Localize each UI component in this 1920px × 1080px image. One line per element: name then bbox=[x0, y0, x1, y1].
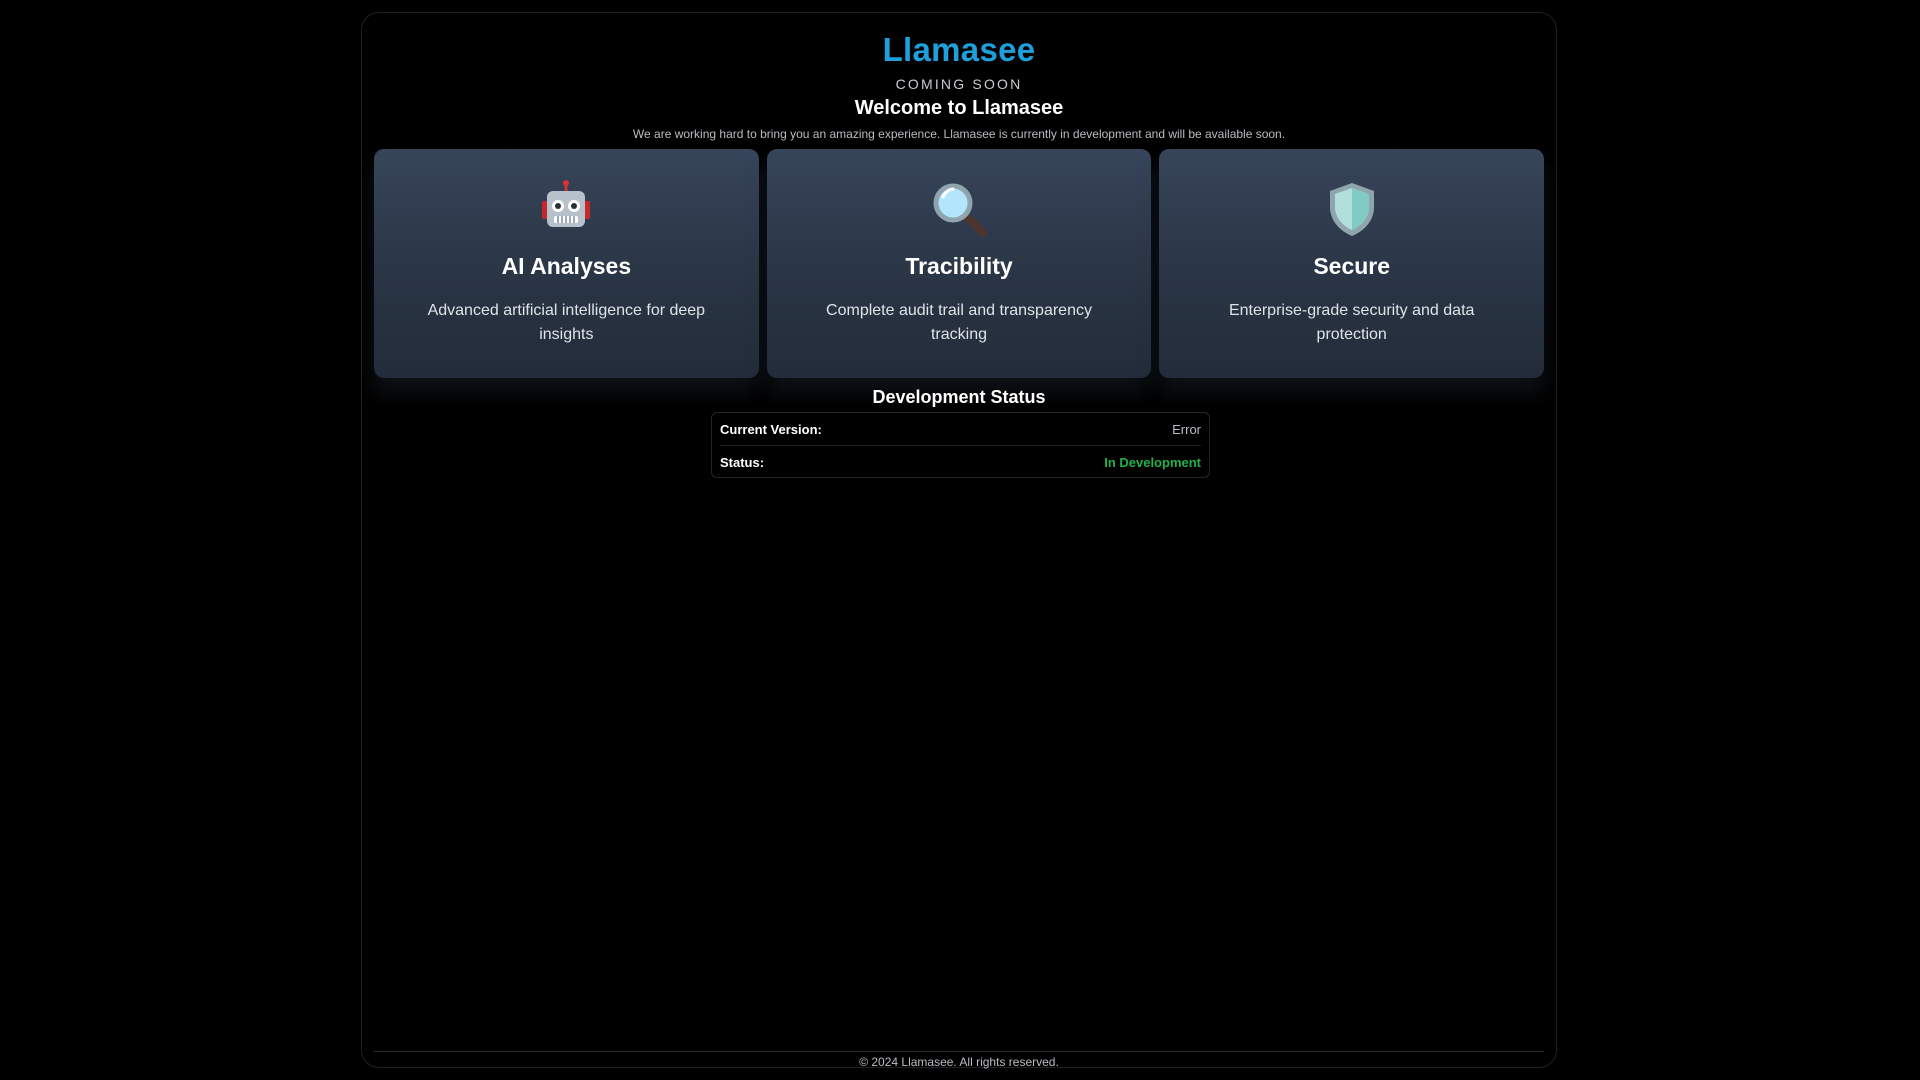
feature-card-ai-analyses: AI Analyses Advanced artificial intellig… bbox=[374, 149, 759, 378]
dev-status-row-status: Status: In Development bbox=[720, 445, 1201, 478]
footer-divider bbox=[374, 1051, 1544, 1052]
dev-status-label: Current Version: bbox=[720, 421, 822, 437]
status-badge: In Development bbox=[1104, 454, 1201, 470]
magnifying-glass-icon bbox=[767, 179, 1152, 252]
welcome-heading: Welcome to Llamasee bbox=[854, 97, 1064, 119]
feature-description: Complete audit trail and transparency tr… bbox=[826, 302, 1092, 343]
feature-title: Secure bbox=[1313, 253, 1391, 279]
shield-icon bbox=[1159, 179, 1544, 252]
dev-status-row-version: Current Version: Error bbox=[720, 413, 1201, 445]
feature-card-tracibility: Tracibility Complete audit trail and tra… bbox=[766, 149, 1152, 378]
page-content: Llamasee COMING SOON Welcome to Llamasee… bbox=[374, 13, 1545, 1069]
dev-status-label: Status: bbox=[720, 454, 765, 470]
intro-text: We are working hard to bring you an amaz… bbox=[632, 127, 1286, 141]
dev-status-table: Current Version: Error Status: In Develo… bbox=[711, 412, 1210, 478]
footer-copyright: © 2024 Llamasee. All rights reserved. bbox=[859, 1055, 1059, 1069]
coming-soon-label: COMING SOON bbox=[895, 76, 1023, 92]
feature-title: AI Analyses bbox=[501, 253, 632, 279]
feature-cards: AI Analyses Advanced artificial intellig… bbox=[374, 149, 1545, 378]
page-container: Llamasee COMING SOON Welcome to Llamasee… bbox=[361, 12, 1557, 1069]
feature-card-secure: Secure Enterprise-grade security and dat… bbox=[1159, 149, 1545, 378]
feature-description: Enterprise-grade security and data prote… bbox=[1228, 302, 1475, 343]
current-version-value: Error bbox=[1172, 421, 1201, 437]
feature-title: Tracibility bbox=[905, 253, 1013, 279]
robot-icon bbox=[374, 179, 759, 252]
feature-description: Advanced artificial intelligence for dee… bbox=[427, 302, 706, 343]
brand-title: Llamasee bbox=[882, 31, 1036, 68]
dev-status-title: Development Status bbox=[872, 387, 1046, 407]
